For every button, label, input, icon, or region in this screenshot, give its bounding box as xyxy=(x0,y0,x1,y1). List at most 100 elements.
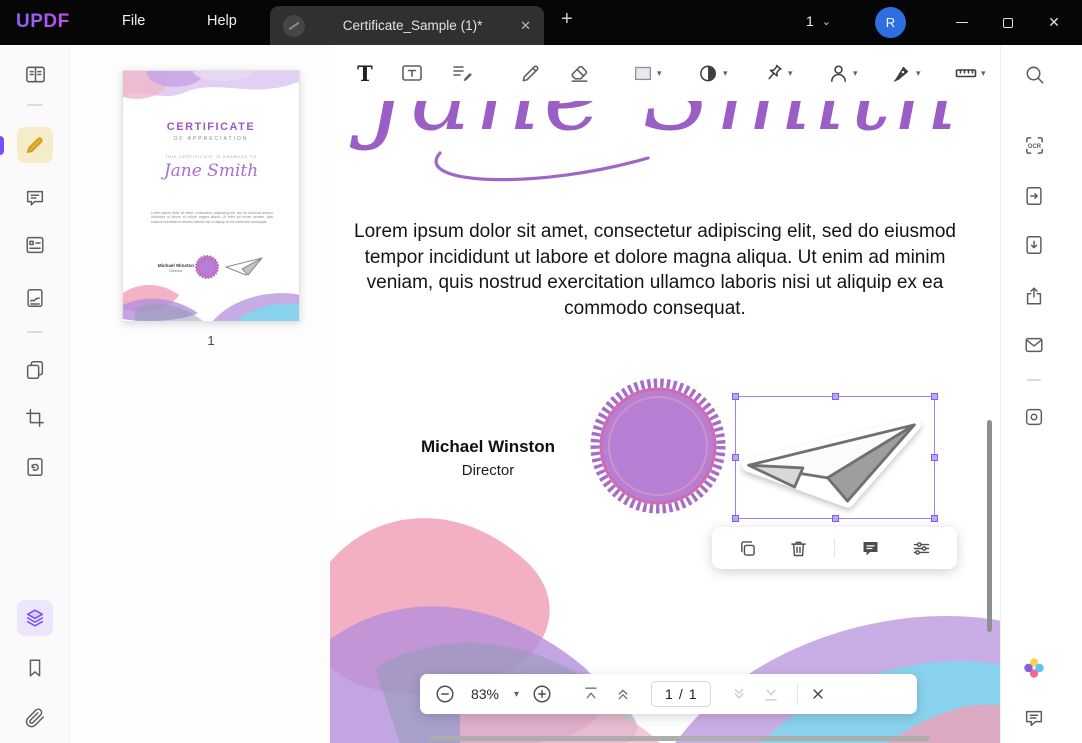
compress-tool[interactable] xyxy=(1016,227,1052,263)
convert-page-icon xyxy=(24,456,46,478)
signature-stamp-tool-button[interactable]: ▾ xyxy=(827,55,858,91)
main-document-area: T ▾ ▾ ▾ ▾ ▾ xyxy=(330,45,1000,743)
minimize-button[interactable] xyxy=(939,0,985,45)
page-thumbnail[interactable]: CERTIFICATE OF APPRECIATION THIS CERTIFI… xyxy=(122,70,300,322)
zoom-out-button[interactable] xyxy=(434,683,456,705)
page-indicator[interactable]: 1 / 1 xyxy=(651,681,710,707)
pin-tool-button[interactable]: ▾ xyxy=(762,55,793,91)
resize-handle-bottom[interactable] xyxy=(832,515,839,522)
text-tool-button[interactable]: T xyxy=(347,55,383,91)
sliders-icon xyxy=(911,538,932,559)
ocr-tool[interactable]: OCR xyxy=(1016,127,1052,163)
zoom-level-value[interactable]: 83% xyxy=(468,686,502,702)
document-tab[interactable]: Certificate_Sample (1)* ✕ xyxy=(270,6,544,45)
crop-tool[interactable] xyxy=(17,400,53,436)
measure-tool-button[interactable]: ▾ xyxy=(954,55,986,91)
document-canvas[interactable]: Jane Smith Lorem ipsum dolor sit amet, c… xyxy=(330,101,1000,743)
resize-handle-top-right[interactable] xyxy=(931,393,938,400)
resize-handle-left[interactable] xyxy=(732,454,739,461)
resize-handle-top-left[interactable] xyxy=(732,393,739,400)
resize-handle-right[interactable] xyxy=(931,454,938,461)
vertical-scrollbar[interactable] xyxy=(987,420,992,632)
reader-view-tool[interactable] xyxy=(17,56,53,92)
first-page-button[interactable] xyxy=(581,684,601,704)
convert-file-tool[interactable] xyxy=(1016,178,1052,214)
bookmark-tool[interactable] xyxy=(17,650,53,686)
next-page-button[interactable] xyxy=(729,684,749,704)
crop-icon xyxy=(24,407,46,429)
tab-close-icon[interactable]: ✕ xyxy=(520,18,531,34)
add-comment-button[interactable] xyxy=(856,533,886,563)
properties-button[interactable] xyxy=(906,533,936,563)
menu-file[interactable]: File xyxy=(122,13,145,29)
edit-text-tool-button[interactable] xyxy=(444,55,480,91)
signature-flourish xyxy=(430,145,660,191)
search-tool[interactable] xyxy=(1016,56,1052,92)
delete-button[interactable] xyxy=(783,533,813,563)
thumbnail-cert-subtitle: OF APPRECIATION xyxy=(123,136,299,142)
right-tool-rail: OCR xyxy=(1000,45,1082,743)
share-icon xyxy=(1023,285,1045,307)
thumbnail-panel: CERTIFICATE OF APPRECIATION THIS CERTIFI… xyxy=(71,45,330,743)
close-zoom-toolbar-button[interactable] xyxy=(810,686,826,702)
thumbnail-recipient-name: Jane Smith xyxy=(123,161,299,181)
square-shape-tool-button[interactable]: ▾ xyxy=(632,55,662,91)
email-tool[interactable] xyxy=(1016,327,1052,363)
selection-context-toolbar xyxy=(712,527,957,569)
resize-handle-top[interactable] xyxy=(832,393,839,400)
window-count-dropdown[interactable]: 1 ⌄ xyxy=(806,13,831,29)
signer-block[interactable]: Michael Winston Director xyxy=(388,437,588,479)
thumbnail-footer-decoration xyxy=(123,279,300,321)
jump-to-top-icon xyxy=(581,684,601,704)
comment-icon xyxy=(24,187,46,209)
ink-signature-tool-button[interactable]: ▾ xyxy=(890,55,921,91)
ai-assistant-tool[interactable] xyxy=(1016,650,1052,686)
comment-tool[interactable] xyxy=(17,180,53,216)
certificate-seal[interactable] xyxy=(583,371,733,521)
resize-handle-bottom-right[interactable] xyxy=(931,515,938,522)
thumbnail-seal-icon xyxy=(193,253,221,281)
total-pages-value: 1 xyxy=(689,686,697,702)
certificate-body-text[interactable]: Lorem ipsum dolor sit amet, consectetur … xyxy=(345,219,965,321)
eraser-icon xyxy=(568,62,591,85)
text-box-tool-button[interactable] xyxy=(394,55,430,91)
tab-title: Certificate_Sample (1)* xyxy=(315,18,510,33)
window-count-value: 1 xyxy=(806,13,814,29)
zoom-out-icon xyxy=(434,683,456,705)
bookmark-icon xyxy=(24,657,46,679)
horizontal-scrollbar[interactable] xyxy=(430,736,930,741)
tab-document-icon xyxy=(283,15,305,37)
zoom-caret-down-icon[interactable]: ▾ xyxy=(514,689,519,700)
circle-shape-tool-button[interactable]: ▾ xyxy=(697,55,728,91)
convert-tool[interactable] xyxy=(17,449,53,485)
pencil-tool-button[interactable] xyxy=(512,55,548,91)
pen-nib-icon xyxy=(890,62,913,85)
save-tool[interactable] xyxy=(1016,399,1052,435)
organize-pages-tool[interactable] xyxy=(17,352,53,388)
new-tab-button[interactable]: + xyxy=(561,8,573,31)
maximize-button[interactable] xyxy=(985,0,1031,45)
maximize-icon xyxy=(1003,18,1013,28)
resize-handle-bottom-left[interactable] xyxy=(732,515,739,522)
selected-plane-sticker[interactable] xyxy=(735,396,935,519)
eraser-tool-button[interactable] xyxy=(561,55,597,91)
menu-help[interactable]: Help xyxy=(207,13,237,29)
edit-pdf-tool[interactable] xyxy=(17,127,53,163)
previous-page-button[interactable] xyxy=(613,684,633,704)
attachment-tool[interactable] xyxy=(17,700,53,736)
share-tool[interactable] xyxy=(1016,278,1052,314)
feedback-tool[interactable] xyxy=(1016,700,1052,736)
zoom-navigation-toolbar: 83% ▾ 1 / 1 xyxy=(420,674,917,714)
last-page-button[interactable] xyxy=(761,684,781,704)
pencil-icon xyxy=(519,62,542,85)
form-tool[interactable] xyxy=(17,227,53,263)
thumbnail-cert-title: CERTIFICATE xyxy=(123,121,299,133)
ocr-icon: OCR xyxy=(1023,134,1046,157)
sign-tool[interactable] xyxy=(17,280,53,316)
user-avatar[interactable]: R xyxy=(875,7,906,38)
layers-tool[interactable] xyxy=(17,600,53,636)
copy-button[interactable] xyxy=(733,533,763,563)
thumbnail-page-number: 1 xyxy=(122,333,300,348)
zoom-in-button[interactable] xyxy=(531,683,553,705)
close-button[interactable]: ✕ xyxy=(1031,0,1077,45)
